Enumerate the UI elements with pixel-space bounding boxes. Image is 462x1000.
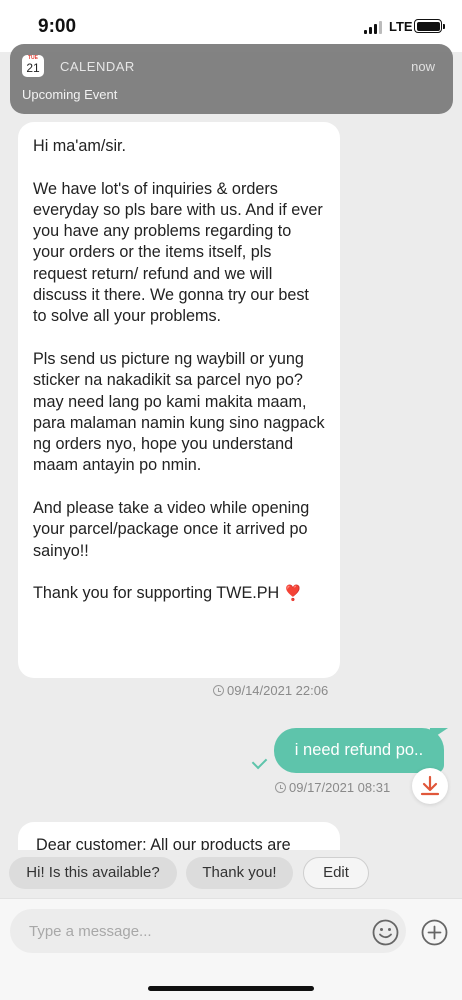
battery-icon — [414, 19, 445, 33]
download-icon — [420, 775, 440, 796]
network-type: LTE — [389, 19, 413, 34]
message-input[interactable] — [10, 909, 406, 953]
quick-reply-available[interactable]: Hi! Is this available? — [9, 857, 177, 889]
clock-icon — [213, 685, 224, 696]
outgoing-message: i need refund po.. — [274, 728, 444, 773]
message-paragraph: And please take a video while opening yo… — [33, 499, 310, 560]
message-text: Thank you for supporting TWE.PH — [33, 584, 280, 603]
timestamp-text: 09/17/2021 08:31 — [289, 780, 391, 795]
message-paragraph: We have lot's of inquiries & orders ever… — [33, 179, 323, 326]
status-time: 9:00 — [38, 16, 77, 37]
notification-app-name: CALENDAR — [60, 59, 135, 74]
smiley-icon[interactable] — [372, 919, 399, 946]
calendar-icon: TUE 21 — [22, 55, 44, 77]
message-paragraph: Hi ma'am/sir. — [33, 137, 127, 155]
message-paragraph: Pls send us picture ng waybill or yung s… — [33, 349, 325, 475]
outgoing-timestamp: 09/17/2021 08:31 — [275, 780, 390, 795]
message-paragraph: Thank you for supporting TWE.PH ❣️ — [33, 583, 325, 604]
timestamp-text: 09/14/2021 22:06 — [227, 683, 329, 698]
notification-time: now — [411, 59, 435, 74]
calendar-notification[interactable]: TUE 21 CALENDAR now Upcoming Event — [10, 44, 453, 114]
edit-quick-replies-button[interactable]: Edit — [303, 857, 369, 889]
plus-circle-icon[interactable] — [421, 919, 448, 946]
composer-bar — [0, 898, 462, 1000]
calendar-icon-day: 21 — [26, 61, 40, 75]
home-indicator[interactable] — [148, 986, 314, 991]
signal-icon — [364, 20, 384, 34]
quick-replies-bar: Hi! Is this available? Thank you! Edit — [0, 850, 462, 898]
download-button[interactable] — [412, 768, 448, 804]
incoming-message: Hi ma'am/sir. We have lot's of inquiries… — [18, 122, 340, 678]
heart-exclamation-emoji: ❣️ — [283, 585, 303, 603]
clock-icon — [275, 782, 286, 793]
notification-body: Upcoming Event — [22, 87, 118, 102]
incoming-timestamp: 09/14/2021 22:06 — [213, 683, 328, 698]
quick-reply-thanks[interactable]: Thank you! — [186, 857, 293, 889]
